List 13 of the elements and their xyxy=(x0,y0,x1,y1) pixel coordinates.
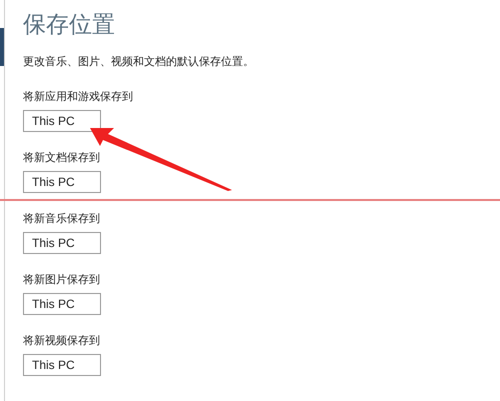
setting-label: 将新音乐保存到 xyxy=(23,212,100,226)
description-text: 更改音乐、图片、视频和文档的默认保存位置。 xyxy=(23,54,254,70)
location-dropdown[interactable]: This PC xyxy=(23,354,101,376)
location-dropdown[interactable]: This PC xyxy=(23,110,101,132)
setting-label: 将新视频保存到 xyxy=(23,334,100,348)
setting-label: 将新图片保存到 xyxy=(23,273,100,287)
page-title: 保存位置 xyxy=(23,10,115,39)
setting-label: 将新应用和游戏保存到 xyxy=(23,90,133,104)
setting-label: 将新文档保存到 xyxy=(23,151,100,165)
location-dropdown[interactable]: This PC xyxy=(23,293,101,315)
location-dropdown[interactable]: This PC xyxy=(23,232,101,254)
nav-selection-indicator xyxy=(0,28,4,66)
location-dropdown[interactable]: This PC xyxy=(23,171,101,193)
